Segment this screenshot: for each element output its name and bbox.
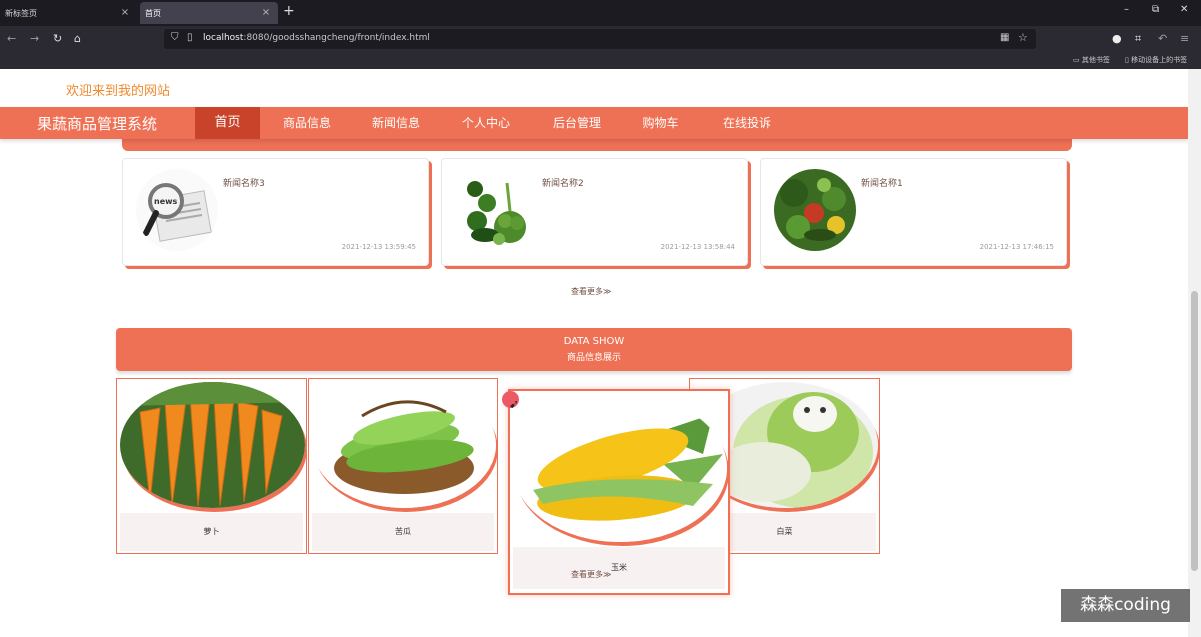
new-tab-icon[interactable]: + bbox=[283, 3, 295, 19]
tab-label: 新标签页 bbox=[5, 8, 37, 18]
mouse-pointer-icon: ➹ bbox=[509, 397, 520, 411]
scroll-thumb[interactable] bbox=[1191, 291, 1198, 571]
bookmarks-bar: ▭ 其他书签 ▯ 移动设备上的书签 bbox=[0, 52, 1201, 69]
star-icon[interactable]: ☆ bbox=[1018, 31, 1028, 44]
qr-icon[interactable]: ▦ bbox=[1000, 32, 1009, 43]
news-image-vegetables bbox=[455, 169, 537, 251]
web-page: 欢迎来到我的网站 果蔬商品管理系统 首页 商品信息 新闻信息 个人中心 后台管理… bbox=[0, 69, 1188, 637]
news-banner-bottom bbox=[122, 139, 1072, 151]
menu-icon[interactable]: ≡ bbox=[1180, 32, 1189, 45]
product-name: 萝卜 bbox=[120, 513, 303, 551]
product-name: 苦瓜 bbox=[312, 513, 494, 551]
account-icon[interactable]: ● bbox=[1112, 32, 1122, 45]
menu-item-products[interactable]: 商品信息 bbox=[272, 107, 342, 139]
welcome-text: 欢迎来到我的网站 bbox=[66, 84, 171, 99]
news-more-link[interactable]: 查看更多≫ bbox=[571, 286, 611, 297]
product-image-carrots bbox=[120, 382, 305, 508]
news-image-basket bbox=[774, 169, 856, 251]
browser-tab-newtab[interactable]: 新标签页 × bbox=[0, 2, 137, 24]
products-more-link[interactable]: 查看更多≫ bbox=[571, 569, 611, 580]
url-text: localhost:8080/goodsshangcheng/front/ind… bbox=[203, 33, 430, 43]
page-scrollbar[interactable] bbox=[1188, 69, 1201, 637]
bookmark-other[interactable]: ▭ 其他书签 bbox=[1073, 55, 1110, 65]
news-date: 2021-12-13 17:46:15 bbox=[979, 243, 1054, 251]
forward-icon[interactable]: → bbox=[30, 32, 39, 45]
menu-item-admin[interactable]: 后台管理 bbox=[542, 107, 612, 139]
close-window-icon[interactable]: ✕ bbox=[1180, 4, 1188, 15]
product-image-corn bbox=[513, 394, 727, 542]
menu-item-complaint[interactable]: 在线投诉 bbox=[712, 107, 782, 139]
site-navbar: 果蔬商品管理系统 首页 商品信息 新闻信息 个人中心 后台管理 购物车 在线投诉 bbox=[0, 107, 1188, 139]
page-icon: ▯ bbox=[187, 32, 193, 43]
news-date: 2021-12-13 13:58:44 bbox=[660, 243, 735, 251]
address-bar[interactable]: ⛉ ▯ localhost:8080/goodsshangcheng/front… bbox=[164, 29, 1036, 49]
banner-title-cn: 商品信息展示 bbox=[566, 353, 621, 363]
maximize-icon[interactable]: ⧉ bbox=[1152, 4, 1159, 15]
browser-toolbar: ← → ↻ ⌂ ⛉ ▯ localhost:8080/goodsshangche… bbox=[0, 26, 1201, 52]
shield-icon: ⛉ bbox=[171, 32, 179, 43]
close-tab-icon[interactable]: × bbox=[261, 7, 271, 18]
product-card[interactable]: 苦瓜 bbox=[308, 378, 498, 554]
news-date: 2021-12-13 13:59:45 bbox=[341, 243, 416, 251]
banner-title-en: DATA SHOW bbox=[563, 336, 625, 347]
news-title: 新闻名称2 bbox=[542, 179, 584, 189]
menu-item-news[interactable]: 新闻信息 bbox=[361, 107, 431, 139]
svg-text:news: news bbox=[154, 197, 178, 206]
news-card[interactable]: 新闻名称1 2021-12-13 17:46:15 bbox=[760, 158, 1067, 266]
menu-item-profile[interactable]: 个人中心 bbox=[451, 107, 521, 139]
bookmark-mobile[interactable]: ▯ 移动设备上的书签 bbox=[1125, 55, 1187, 65]
news-image-magnifier: news bbox=[136, 169, 218, 251]
news-card[interactable]: 新闻名称2 2021-12-13 13:58:44 bbox=[441, 158, 748, 266]
reload-icon[interactable]: ↻ bbox=[53, 32, 62, 45]
tab-label: 首页 bbox=[145, 8, 161, 18]
undo-icon[interactable]: ↶ bbox=[1158, 32, 1167, 45]
product-image-bitter-gourd bbox=[312, 382, 496, 508]
minimize-icon[interactable]: – bbox=[1124, 4, 1129, 15]
close-tab-icon[interactable]: × bbox=[120, 7, 130, 18]
browser-tab-home[interactable]: 首页 × bbox=[140, 2, 278, 24]
menu-item-cart[interactable]: 购物车 bbox=[628, 107, 693, 139]
news-title: 新闻名称1 bbox=[861, 179, 903, 189]
product-name: 玉米 bbox=[513, 547, 725, 589]
back-icon[interactable]: ← bbox=[7, 32, 16, 45]
product-card[interactable]: 萝卜 bbox=[116, 378, 307, 554]
news-title: 新闻名称3 bbox=[223, 179, 265, 189]
news-card[interactable]: news 新闻名称3 2021-12-13 13:59:45 bbox=[122, 158, 429, 266]
site-brand[interactable]: 果蔬商品管理系统 bbox=[37, 113, 157, 134]
browser-tab-strip: 新标签页 × 首页 × + – ⧉ ✕ bbox=[0, 0, 1201, 26]
data-show-banner: DATA SHOW 商品信息展示 bbox=[116, 328, 1072, 371]
crop-icon[interactable]: ⌗ bbox=[1135, 32, 1141, 46]
watermark: 森森coding bbox=[1061, 589, 1190, 622]
product-card-hover[interactable]: 玉米 bbox=[508, 389, 730, 595]
home-icon[interactable]: ⌂ bbox=[74, 32, 81, 45]
menu-item-home[interactable]: 首页 bbox=[195, 107, 260, 139]
